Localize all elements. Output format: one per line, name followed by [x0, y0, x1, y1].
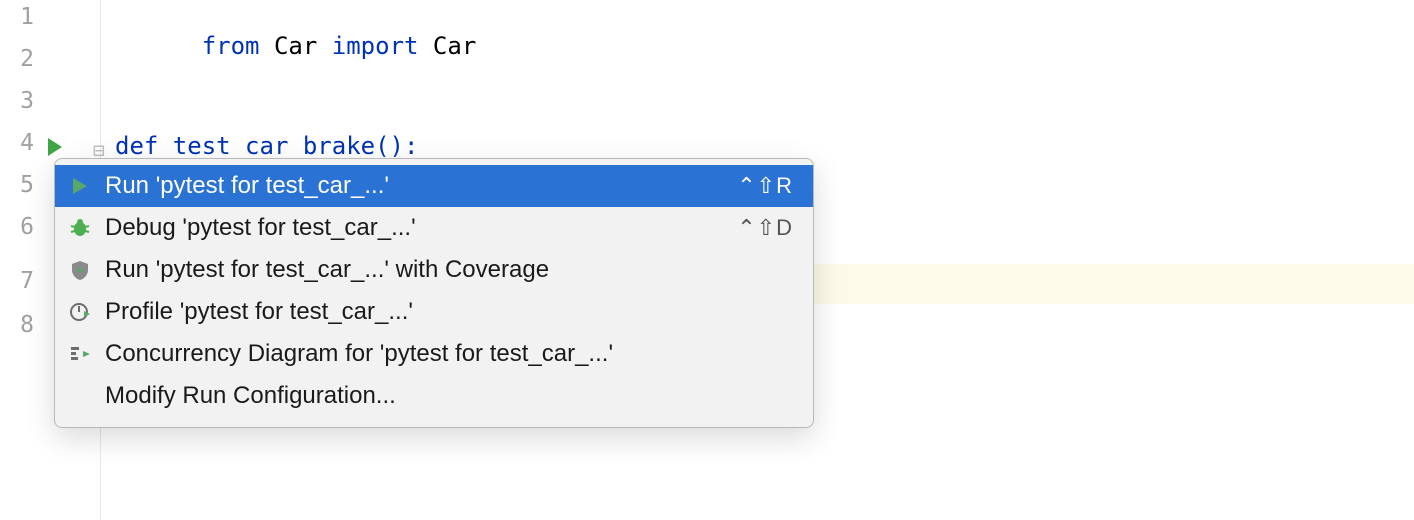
profile-icon — [65, 297, 95, 327]
menu-item-run[interactable]: Run 'pytest for test_car_...' ⌃⇧R — [55, 165, 813, 207]
menu-label: Profile 'pytest for test_car_...' — [105, 298, 793, 326]
line-number: 3 — [0, 88, 34, 114]
code-line-4[interactable]: def test_car_brake(): — [115, 132, 418, 160]
menu-label: Modify Run Configuration... — [105, 382, 793, 410]
line-number: 7 — [0, 268, 34, 294]
code-line-1[interactable]: from Car import Car — [115, 4, 476, 88]
menu-item-concurrency[interactable]: Concurrency Diagram for 'pytest for test… — [55, 333, 813, 375]
concurrency-icon — [65, 339, 95, 369]
menu-item-modify-config[interactable]: Modify Run Configuration... — [55, 375, 813, 417]
empty-icon — [65, 381, 95, 411]
line-number: 4 — [0, 130, 34, 156]
menu-shortcut: ⌃⇧D — [737, 215, 793, 241]
module-name: Car — [274, 32, 317, 60]
menu-label: Run 'pytest for test_car_...' — [105, 172, 737, 200]
menu-label: Run 'pytest for test_car_...' with Cover… — [105, 256, 793, 284]
class-name: Car — [433, 32, 476, 60]
line-number: 5 — [0, 172, 34, 198]
run-icon — [65, 171, 95, 201]
run-gutter-icon[interactable] — [48, 138, 62, 156]
keyword-from: from — [202, 32, 260, 60]
shield-run-icon — [65, 255, 95, 285]
menu-label: Debug 'pytest for test_car_...' — [105, 214, 737, 242]
menu-item-debug[interactable]: Debug 'pytest for test_car_...' ⌃⇧D — [55, 207, 813, 249]
bug-icon — [65, 213, 95, 243]
line-number: 2 — [0, 46, 34, 72]
menu-shortcut: ⌃⇧R — [737, 173, 793, 199]
keyword-import: import — [332, 32, 419, 60]
menu-label: Concurrency Diagram for 'pytest for test… — [105, 340, 793, 368]
line-number: 8 — [0, 312, 34, 338]
line-number: 6 — [0, 214, 34, 240]
run-context-menu: Run 'pytest for test_car_...' ⌃⇧R Debug … — [54, 158, 814, 428]
line-number: 1 — [0, 4, 34, 30]
menu-item-profile[interactable]: Profile 'pytest for test_car_...' — [55, 291, 813, 333]
menu-item-coverage[interactable]: Run 'pytest for test_car_...' with Cover… — [55, 249, 813, 291]
